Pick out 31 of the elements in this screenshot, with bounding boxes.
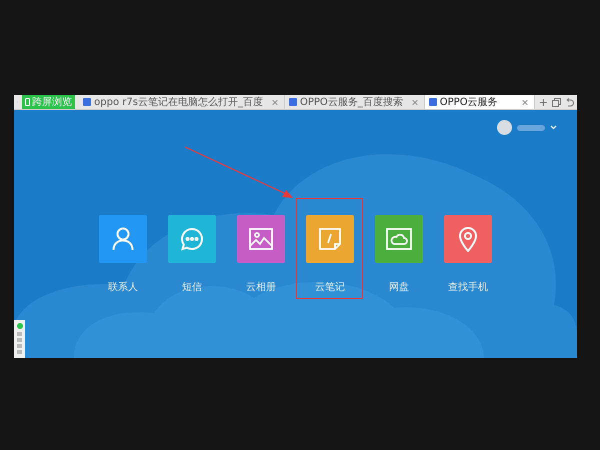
app-tile[interactable]: [444, 215, 492, 263]
page-favicon: [83, 98, 92, 106]
app-tile[interactable]: [168, 215, 216, 263]
app-label: 云笔记: [315, 281, 345, 294]
caret-icon[interactable]: [550, 125, 557, 130]
app-label: 联系人: [108, 280, 138, 294]
page-favicon: [428, 98, 437, 106]
app-label: 云相册: [246, 280, 276, 294]
app-label: 查找手机: [448, 280, 488, 294]
app-label: 网盘: [389, 281, 409, 294]
blurred-username: [517, 124, 545, 130]
app-tile[interactable]: [306, 215, 354, 263]
copy-icon[interactable]: [552, 98, 561, 106]
status-dot: [16, 323, 22, 329]
browser-tab[interactable]: OPPO云服务: [424, 95, 535, 109]
user-avatar[interactable]: [497, 120, 512, 135]
phone-icon: [25, 98, 30, 106]
app-tile[interactable]: [375, 215, 423, 263]
side-panel[interactable]: [14, 320, 25, 358]
location-pin-icon: [458, 226, 478, 252]
blurred-side-text: [17, 332, 22, 354]
chat-bubble-icon: [180, 227, 204, 251]
note-icon: [319, 228, 341, 250]
person-icon: [112, 227, 134, 251]
app-tile[interactable]: [237, 215, 285, 263]
undo-icon[interactable]: [565, 98, 574, 106]
page-favicon: [288, 98, 297, 106]
new-tab-button[interactable]: +: [534, 96, 552, 108]
app-label: 短信: [182, 281, 202, 294]
image-icon: [249, 228, 273, 250]
app-tile[interactable]: [99, 215, 147, 263]
